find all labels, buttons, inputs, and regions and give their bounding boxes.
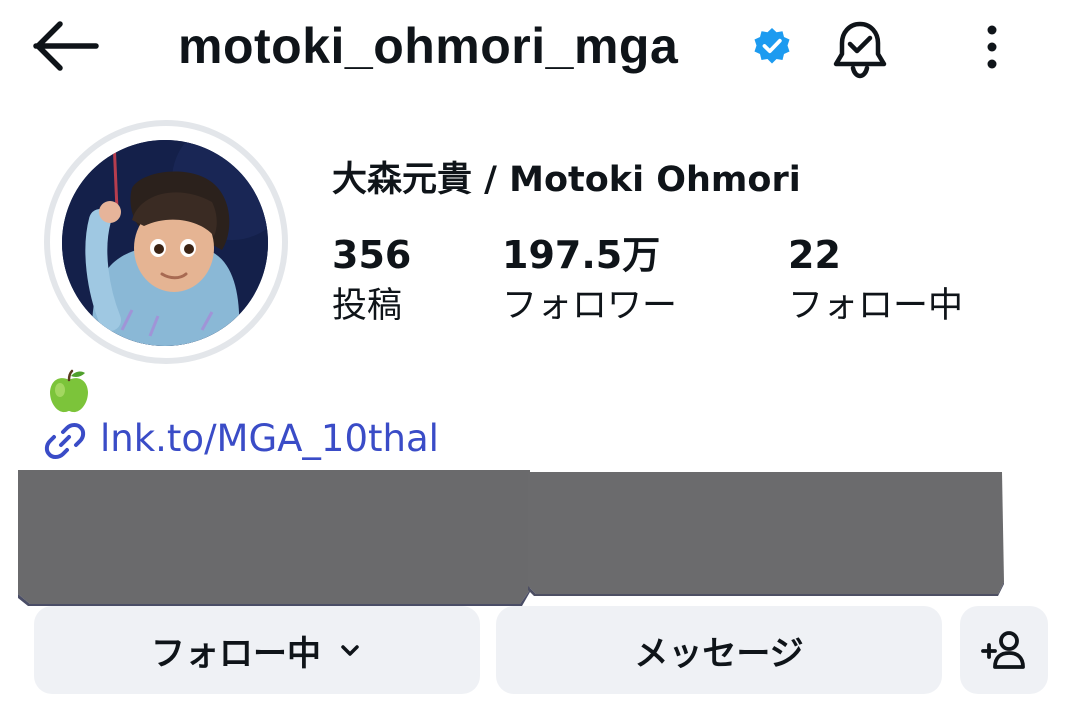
followers-count: 197.5万 <box>502 233 661 277</box>
stat-posts[interactable]: 356 投稿 <box>332 232 411 330</box>
more-options-icon[interactable] <box>970 22 1014 72</box>
profile-avatar[interactable] <box>62 140 268 346</box>
top-bar: motoki_ohmori_mga <box>0 0 1080 100</box>
following-count: 22 <box>788 233 841 277</box>
highlight-banner-2[interactable] <box>526 470 1006 596</box>
following-label: フォロー中 <box>788 286 964 326</box>
add-person-icon <box>981 631 1025 669</box>
highlight-banner-1[interactable] <box>18 470 536 606</box>
verified-badge-icon <box>754 28 790 64</box>
followers-label: フォロワー <box>502 286 678 326</box>
link-icon <box>44 423 86 459</box>
message-button-label: メッセージ <box>634 633 804 674</box>
add-user-button[interactable] <box>960 606 1048 694</box>
message-button[interactable]: メッセージ <box>496 606 942 694</box>
bio-link-text: lnk.to/MGA_10thal <box>100 417 439 460</box>
profile-username: motoki_ohmori_mga <box>178 18 679 74</box>
stat-followers[interactable]: 197.5万 フォロワー <box>502 232 677 330</box>
following-button[interactable]: フォロー中 <box>34 606 480 694</box>
back-arrow-icon[interactable] <box>30 18 102 74</box>
display-name: 大森元貴 / Motoki Ohmori <box>332 160 801 200</box>
posts-label: 投稿 <box>332 286 403 326</box>
bell-check-icon[interactable] <box>828 18 892 80</box>
following-button-label: フォロー中 <box>151 633 321 674</box>
chevron-down-icon <box>341 645 359 656</box>
green-apple-icon <box>50 369 88 413</box>
stat-following[interactable]: 22 フォロー中 <box>788 232 963 330</box>
avatar-illustration <box>62 140 268 346</box>
posts-count: 356 <box>332 233 412 277</box>
